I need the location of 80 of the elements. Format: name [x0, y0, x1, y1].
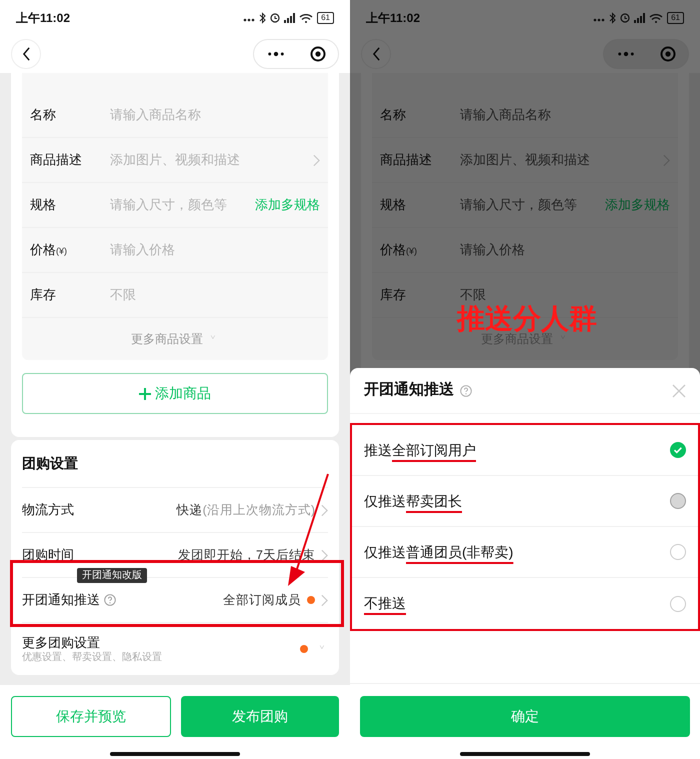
currency-unit: (¥) [56, 245, 67, 258]
sheet-title: 开团通知推送 [364, 380, 454, 400]
currency-unit: (¥) [406, 245, 417, 258]
setting-value[interactable]: 快递 [176, 500, 203, 520]
option-label: 推送 [364, 442, 392, 458]
status-time: 上午11:02 [366, 10, 420, 26]
status-time: 上午11:02 [16, 10, 70, 26]
signal-icon [634, 12, 646, 22]
field-placeholder[interactable]: 不限 [110, 285, 320, 305]
field-label: 规格 [380, 196, 406, 214]
dots-icon [593, 18, 606, 22]
battery-indicator: 61 [317, 12, 334, 24]
more-settings-subtitle: 优惠设置、帮卖设置、隐私设置 [22, 650, 162, 664]
save-preview-button[interactable]: 保存并预览 [11, 696, 171, 737]
field-placeholder[interactable]: 请输入价格 [460, 240, 670, 260]
push-option[interactable]: 不推送 [352, 578, 698, 629]
add-spec-link[interactable]: 添加多规格 [255, 195, 320, 215]
field-placeholder[interactable]: 请输入价格 [110, 240, 320, 260]
field-placeholder[interactable]: 请输入尺寸，颜色等 [110, 195, 245, 215]
underlined-label: 普通团员(非帮卖) [406, 544, 514, 560]
field-placeholder[interactable]: 请输入尺寸，颜色等 [460, 195, 595, 215]
wifi-icon [299, 12, 314, 22]
chevron-icon [313, 154, 320, 166]
radio-button[interactable] [670, 596, 686, 612]
confirm-button[interactable]: 确定 [360, 696, 690, 737]
setting-label: 开团通知推送 [22, 591, 100, 610]
field-label: 库存 [30, 286, 56, 304]
field-placeholder[interactable]: 请输入商品名称 [110, 105, 320, 125]
chevron-icon [321, 548, 328, 562]
setting-label: 团购时间 [22, 546, 74, 564]
setting-value-note: (沿用上次物流方式) [202, 502, 315, 519]
publish-button[interactable]: 发布团购 [181, 696, 339, 737]
push-option[interactable]: 仅推送普通团员(非帮卖) [352, 527, 698, 578]
option-label: 仅推送 [364, 492, 406, 508]
alarm-icon [620, 12, 630, 22]
help-icon[interactable] [460, 384, 472, 396]
dots-icon [243, 18, 256, 22]
help-icon[interactable] [104, 594, 116, 606]
add-spec-link[interactable]: 添加多规格 [605, 195, 670, 215]
field-label: 商品描述 [30, 151, 82, 170]
bluetooth-icon [259, 12, 266, 24]
field-placeholder[interactable]: 添加图片、视频和描述 [460, 150, 653, 170]
wifi-icon [649, 12, 664, 22]
field-placeholder[interactable]: 添加图片、视频和描述 [110, 150, 303, 170]
close-target-icon[interactable] [310, 46, 326, 62]
field-label: 规格 [30, 196, 56, 214]
section-title: 团购设置 [22, 454, 78, 473]
more-product-settings[interactable]: 更多商品设置 [131, 330, 203, 348]
underlined-label: 帮卖团长 [406, 492, 462, 508]
tooltip: 开团通知改版 [77, 568, 147, 583]
chevron-icon [321, 594, 328, 606]
field-placeholder[interactable]: 不限 [460, 285, 670, 305]
setting-value[interactable]: 全部订阅成员 [223, 590, 301, 610]
bluetooth-icon [609, 12, 616, 24]
plus-icon [139, 388, 151, 400]
field-label: 价格 [30, 241, 56, 260]
option-label: 仅推送 [364, 544, 406, 560]
add-product-button[interactable]: 添加商品 [22, 373, 328, 414]
setting-label: 物流方式 [22, 501, 74, 520]
field-placeholder[interactable]: 请输入商品名称 [460, 105, 670, 125]
field-label: 库存 [380, 286, 406, 304]
more-icon[interactable] [266, 51, 284, 57]
signal-icon [284, 12, 296, 22]
underlined-label: 全部订阅用户 [392, 442, 476, 458]
push-option[interactable]: 推送全部订阅用户 [352, 425, 698, 476]
back-icon[interactable] [22, 47, 30, 61]
back-button[interactable] [11, 39, 41, 69]
capsule-menu[interactable] [253, 39, 339, 69]
more-settings-title[interactable]: 更多团购设置 [22, 634, 162, 650]
annotation-text: 推送分人群 [457, 304, 597, 334]
battery-indicator: 61 [667, 12, 684, 24]
field-label: 名称 [380, 106, 406, 124]
field-label: 价格 [380, 241, 406, 260]
selected-check-icon[interactable] [670, 442, 686, 458]
radio-button[interactable] [670, 544, 686, 560]
field-label: 名称 [30, 106, 56, 124]
chevron-icon [321, 504, 328, 516]
underlined-label: 不推送 [364, 595, 406, 611]
alarm-icon [270, 12, 280, 22]
field-label: 商品描述 [380, 151, 432, 170]
